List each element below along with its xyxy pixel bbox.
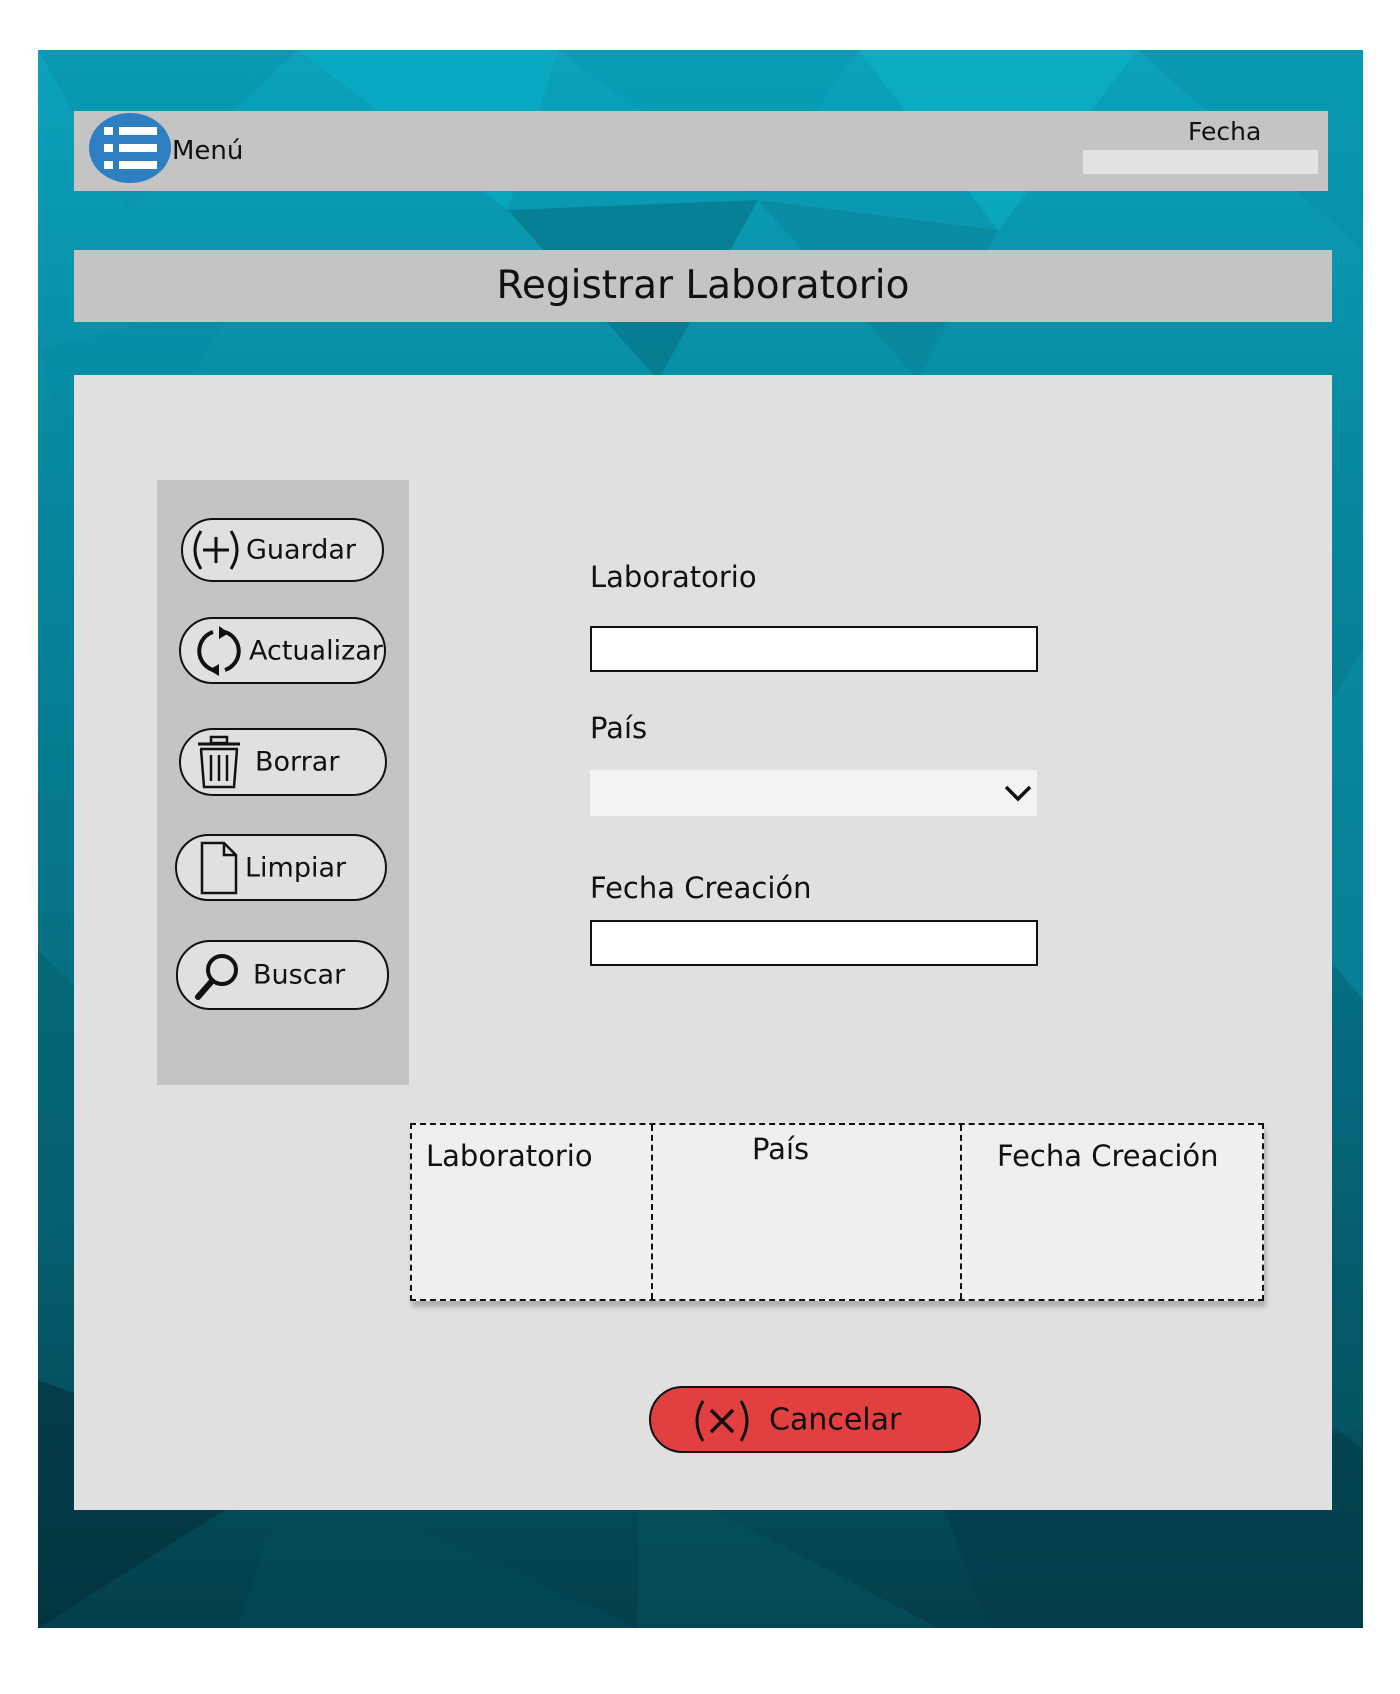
clear-button[interactable]: Limpiar bbox=[175, 834, 387, 901]
laboratory-input[interactable] bbox=[590, 626, 1038, 672]
chevron-down-icon bbox=[1004, 785, 1032, 802]
save-button-label: Guardar bbox=[246, 534, 356, 566]
delete-button-label: Borrar bbox=[255, 746, 340, 778]
date-label: Fecha bbox=[1188, 117, 1262, 146]
search-button-label: Buscar bbox=[253, 959, 346, 991]
column-header-laboratory[interactable]: Laboratorio bbox=[426, 1139, 593, 1173]
cancel-button[interactable]: Cancelar bbox=[649, 1386, 981, 1453]
delete-button[interactable]: Borrar bbox=[179, 728, 387, 796]
update-button-label: Actualizar bbox=[249, 635, 383, 666]
page-title: Registrar Laboratorio bbox=[74, 250, 1332, 322]
country-label: País bbox=[590, 711, 648, 745]
country-select[interactable] bbox=[590, 770, 1037, 816]
clear-button-label: Limpiar bbox=[245, 852, 347, 883]
cancel-button-label: Cancelar bbox=[769, 1402, 902, 1437]
creation-date-label: Fecha Creación bbox=[590, 871, 812, 905]
menu-label: Menú bbox=[172, 136, 244, 166]
refresh-icon bbox=[197, 626, 241, 676]
menu-button[interactable] bbox=[89, 113, 171, 183]
column-divider bbox=[651, 1125, 653, 1299]
trash-icon bbox=[198, 735, 240, 789]
search-button[interactable]: Buscar bbox=[176, 940, 389, 1010]
plus-circle-icon bbox=[193, 530, 239, 570]
x-circle-icon bbox=[695, 1400, 749, 1442]
save-button[interactable]: Guardar bbox=[181, 518, 384, 582]
document-icon bbox=[200, 841, 238, 895]
magnifier-icon bbox=[195, 954, 238, 1000]
laboratory-label: Laboratorio bbox=[590, 560, 757, 594]
column-header-country[interactable]: País bbox=[752, 1132, 809, 1166]
column-header-creation-date[interactable]: Fecha Creación bbox=[997, 1139, 1219, 1173]
update-button[interactable]: Actualizar bbox=[179, 617, 386, 684]
creation-date-input[interactable] bbox=[590, 920, 1038, 966]
column-divider bbox=[960, 1125, 962, 1299]
results-table: Laboratorio País Fecha Creación bbox=[410, 1123, 1264, 1301]
date-field[interactable] bbox=[1083, 150, 1318, 174]
list-icon bbox=[104, 127, 157, 169]
